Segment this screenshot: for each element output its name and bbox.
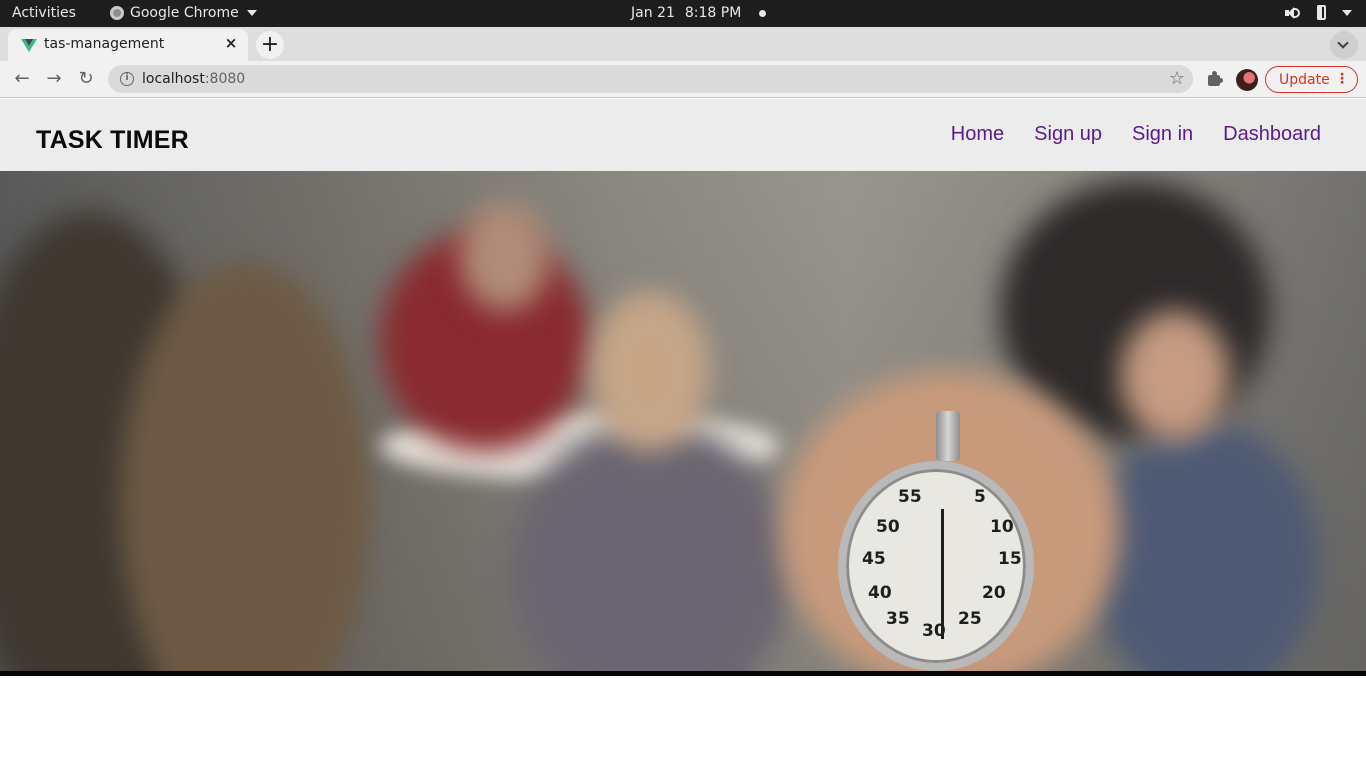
browser-toolbar: ← → ↻ i localhost:8080 ☆ bbox=[0, 61, 1366, 98]
stopwatch-icon: 55 5 50 10 45 15 40 20 35 25 30 bbox=[838, 411, 1034, 671]
forward-arrow-icon[interactable]: → bbox=[42, 67, 66, 91]
stopwatch-number: 50 bbox=[876, 517, 900, 537]
clock-date: Jan 21 bbox=[631, 5, 675, 21]
hero-figure bbox=[460, 201, 550, 311]
volume-icon bbox=[1284, 5, 1300, 21]
tab-tas-management[interactable]: tas-management × bbox=[8, 29, 248, 61]
back-arrow-icon[interactable]: ← bbox=[10, 67, 34, 91]
update-label: Update bbox=[1279, 72, 1330, 88]
clock-time: 8:18 PM bbox=[684, 5, 742, 21]
caret-down-icon bbox=[1342, 10, 1352, 16]
stopwatch-number: 55 bbox=[898, 487, 922, 507]
main-nav: Home Sign up Sign in Dashboard bbox=[951, 123, 1321, 146]
nav-home-link[interactable]: Home bbox=[951, 123, 1004, 146]
stopwatch-number: 25 bbox=[958, 609, 982, 629]
activities-button[interactable]: Activities bbox=[12, 5, 76, 21]
stopwatch-number: 35 bbox=[886, 609, 910, 629]
notification-dot-icon bbox=[759, 9, 767, 17]
chrome-icon bbox=[110, 6, 124, 20]
site-info-icon[interactable]: i bbox=[120, 72, 134, 86]
hero-figure bbox=[590, 291, 710, 451]
reload-icon[interactable]: ↻ bbox=[74, 67, 98, 91]
kebab-menu-icon: ⋮ bbox=[1335, 71, 1349, 87]
stopwatch-number: 30 bbox=[922, 621, 946, 641]
tab-title: tas-management bbox=[44, 36, 165, 52]
tab-search-button[interactable] bbox=[1330, 31, 1358, 59]
clock[interactable]: Jan 21 8:18 PM bbox=[631, 5, 767, 21]
url-host: localhost bbox=[142, 71, 205, 87]
stopwatch-number: 10 bbox=[990, 517, 1014, 537]
nav-sign-up-link[interactable]: Sign up bbox=[1034, 123, 1102, 146]
address-bar[interactable]: i localhost:8080 ☆ bbox=[108, 65, 1193, 93]
brand-logo[interactable]: TASK TIMER bbox=[36, 126, 189, 155]
chevron-down-icon bbox=[1337, 37, 1349, 49]
nav-dashboard-link[interactable]: Dashboard bbox=[1223, 123, 1321, 146]
stopwatch-number: 20 bbox=[982, 583, 1006, 603]
hero-figure bbox=[1090, 421, 1320, 671]
hero-bottom-border bbox=[0, 671, 1366, 676]
extensions-puzzle-icon[interactable] bbox=[1206, 70, 1224, 88]
nav-sign-in-link[interactable]: Sign in bbox=[1132, 123, 1193, 146]
site-header: TASK TIMER Home Sign up Sign in Dashboar… bbox=[0, 99, 1366, 171]
system-menu[interactable] bbox=[1284, 4, 1352, 22]
hero-figure bbox=[1120, 311, 1230, 441]
stopwatch-number: 5 bbox=[974, 487, 986, 507]
tab-strip: tas-management × + bbox=[0, 27, 1366, 61]
profile-avatar[interactable] bbox=[1236, 69, 1258, 91]
stopwatch-number: 45 bbox=[862, 549, 886, 569]
app-menu-label: Google Chrome bbox=[130, 5, 239, 21]
caret-down-icon bbox=[246, 10, 257, 16]
hero-image: 55 5 50 10 45 15 40 20 35 25 30 bbox=[0, 171, 1366, 671]
stopwatch-crown bbox=[936, 411, 960, 461]
screen-rotation-icon bbox=[1314, 4, 1328, 22]
update-button[interactable]: Update ⋮ bbox=[1265, 66, 1358, 93]
new-tab-button[interactable]: + bbox=[256, 31, 284, 59]
bookmark-star-icon[interactable]: ☆ bbox=[1169, 68, 1185, 89]
url-port: :8080 bbox=[204, 71, 246, 87]
stopwatch-number: 40 bbox=[868, 583, 892, 603]
system-top-bar: Activities Google Chrome Jan 21 8:18 PM bbox=[0, 0, 1366, 27]
url-text: localhost:8080 bbox=[142, 71, 245, 87]
vue-favicon-inner bbox=[25, 39, 33, 46]
stopwatch-hand bbox=[941, 509, 944, 639]
app-menu[interactable]: Google Chrome bbox=[110, 5, 257, 21]
stopwatch-number: 15 bbox=[998, 549, 1022, 569]
tab-close-icon[interactable]: × bbox=[222, 34, 240, 52]
